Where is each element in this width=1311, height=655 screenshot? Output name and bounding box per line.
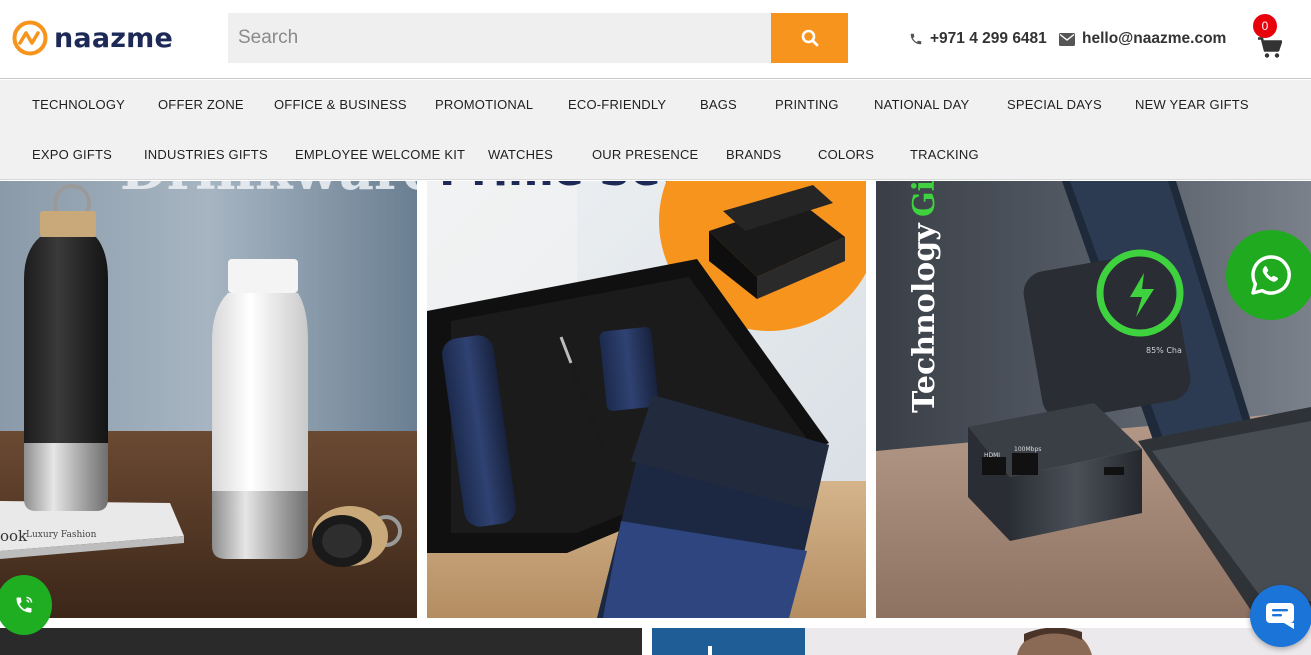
nav-item-expo-gifts[interactable]: EXPO GIFTS (32, 130, 112, 180)
nav-item-brands[interactable]: BRANDS (726, 130, 781, 180)
nav-item-office-business[interactable]: OFFICE & BUSINESS (274, 80, 407, 130)
logo-icon (12, 20, 48, 56)
nav-item-industries-gifts[interactable]: INDUSTRIES GIFTS (144, 130, 268, 180)
drinkware-image: Drinkware ook Luxury Fashion (0, 181, 417, 618)
hdmi-port-label: HDMI (984, 452, 1000, 459)
phone-call-icon (16, 596, 33, 613)
charge-percent-text: 85% Cha (1146, 346, 1182, 355)
ethernet-port-label: 100Mbps (1014, 446, 1041, 453)
banner-bottom-right[interactable] (652, 628, 1311, 655)
bottom-right-image (652, 628, 1311, 655)
search-icon (801, 29, 818, 47)
search-input[interactable] (228, 13, 771, 63)
email-link[interactable]: hello@naazme.com (1059, 30, 1226, 48)
banner-gift-set[interactable]: Prime Set (427, 181, 866, 618)
site-header: naazme +971 4 299 6481 hello@naazme.com (0, 0, 1311, 79)
banner-bottom-left[interactable] (0, 628, 642, 655)
email-address: hello@naazme.com (1082, 30, 1227, 47)
envelope-icon (1059, 32, 1075, 46)
nav-item-promotional[interactable]: PROMOTIONAL (435, 80, 533, 130)
nav-item-eco-friendly[interactable]: ECO-FRIENDLY (568, 80, 666, 130)
phone-icon (910, 33, 922, 45)
nav-item-technology[interactable]: TECHNOLOGY (32, 80, 125, 130)
nav-item-national-day[interactable]: NATIONAL DAY (874, 80, 969, 130)
nav-item-offer-zone[interactable]: OFFER ZONE (158, 80, 244, 130)
search-bar (228, 13, 848, 63)
gift-set-heading: Prime Set (439, 181, 682, 196)
nav-item-colors[interactable]: COLORS (818, 130, 874, 180)
nav-item-our-presence[interactable]: OUR PRESENCE (592, 130, 698, 180)
nav-item-tracking[interactable]: TRACKING (910, 130, 979, 180)
search-button[interactable] (771, 13, 848, 63)
whatsapp-icon (1251, 255, 1291, 295)
nav-item-watches[interactable]: WATCHES (488, 130, 553, 180)
nav-row-1: TECHNOLOGY OFFER ZONE OFFICE & BUSINESS … (0, 80, 1311, 130)
nav-item-printing[interactable]: PRINTING (775, 80, 839, 130)
technology-heading-accent: Gi (907, 181, 942, 217)
nav-item-new-year-gifts[interactable]: NEW YEAR GIFTS (1135, 80, 1249, 130)
nav-row-2: EXPO GIFTS INDUSTRIES GIFTS EMPLOYEE WEL… (0, 130, 1311, 180)
book-title: ook (0, 527, 28, 545)
gift-set-image: Prime Set (427, 181, 866, 618)
shopping-cart-icon (1258, 37, 1282, 58)
whatsapp-float-button[interactable] (1226, 230, 1311, 320)
phone-number: +971 4 299 6481 (930, 30, 1047, 47)
chat-bubble-icon (1266, 603, 1294, 629)
phone-link[interactable]: +971 4 299 6481 (909, 30, 1047, 48)
call-float-button[interactable] (0, 575, 52, 635)
nav-item-special-days[interactable]: SPECIAL DAYS (1007, 80, 1102, 130)
nav-item-bags[interactable]: BAGS (700, 80, 737, 130)
live-chat-button[interactable] (1250, 585, 1311, 647)
cart-count-badge: 0 (1253, 14, 1277, 38)
book-subtitle: Luxury Fashion (26, 530, 97, 540)
cart-button[interactable]: 0 (1252, 14, 1292, 62)
page: naazme +971 4 299 6481 hello@naazme.com (0, 0, 1311, 655)
brand-logo[interactable]: naazme (12, 20, 173, 56)
brand-name: naazme (54, 22, 174, 54)
main-navigation: TECHNOLOGY OFFER ZONE OFFICE & BUSINESS … (0, 80, 1311, 180)
technology-heading: Technology (907, 222, 942, 413)
banner-drinkware[interactable]: Drinkware ook Luxury Fashion (0, 181, 417, 618)
nav-item-employee-welcome-kit[interactable]: EMPLOYEE WELCOME KIT (295, 130, 465, 180)
drinkware-heading: Drinkware (120, 181, 417, 202)
